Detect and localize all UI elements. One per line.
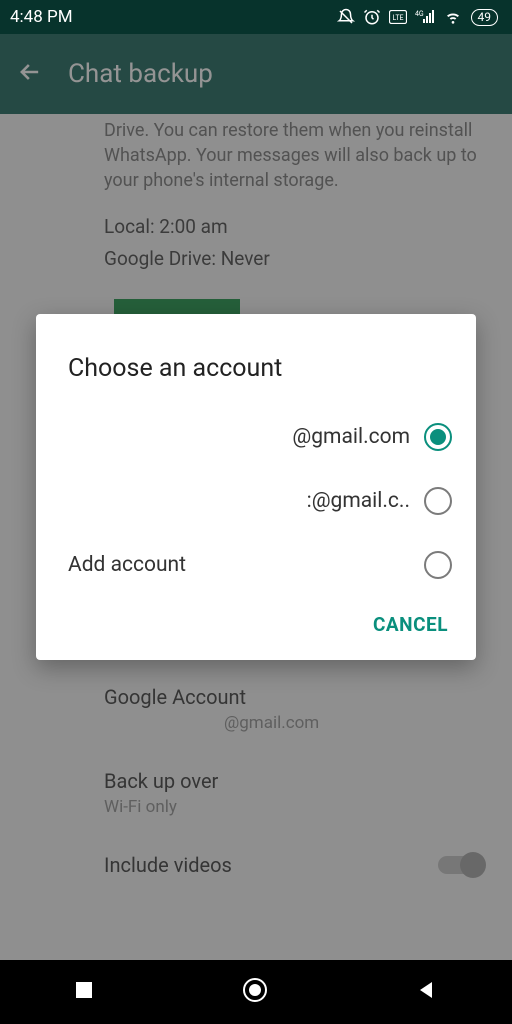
home-icon[interactable] [241, 976, 269, 1008]
status-bar: 4:48 PM LTE 4G 49 [0, 0, 512, 34]
status-icons: LTE 4G 49 [337, 8, 499, 26]
alarm-icon [363, 8, 381, 26]
svg-text:4G: 4G [415, 10, 424, 18]
clock: 4:48 PM [10, 7, 73, 27]
back-nav-icon[interactable] [416, 979, 438, 1005]
account-option-label: Add account [68, 553, 424, 577]
navigation-bar [0, 960, 512, 1024]
radio-icon [424, 551, 452, 579]
choose-account-dialog: Choose an account @gmail.com :@gmail.c..… [36, 314, 476, 660]
radio-icon [424, 487, 452, 515]
account-option-1[interactable]: :@gmail.c.. [36, 469, 476, 533]
dnd-icon [337, 8, 355, 26]
account-option-0[interactable]: @gmail.com [36, 405, 476, 469]
radio-selected-icon [424, 423, 452, 451]
account-option-label: @gmail.com [68, 425, 424, 449]
volte-icon: LTE [389, 10, 407, 24]
account-option-add[interactable]: Add account [36, 533, 476, 597]
account-option-label: :@gmail.c.. [68, 489, 424, 513]
signal-icon: 4G [415, 9, 435, 25]
cancel-button[interactable]: CANCEL [373, 613, 448, 636]
svg-text:LTE: LTE [392, 14, 403, 22]
battery-indicator: 49 [471, 9, 499, 26]
dialog-actions: CANCEL [36, 597, 476, 648]
recents-icon[interactable] [74, 980, 94, 1004]
dialog-title: Choose an account [36, 338, 476, 405]
wifi-icon [443, 9, 463, 25]
